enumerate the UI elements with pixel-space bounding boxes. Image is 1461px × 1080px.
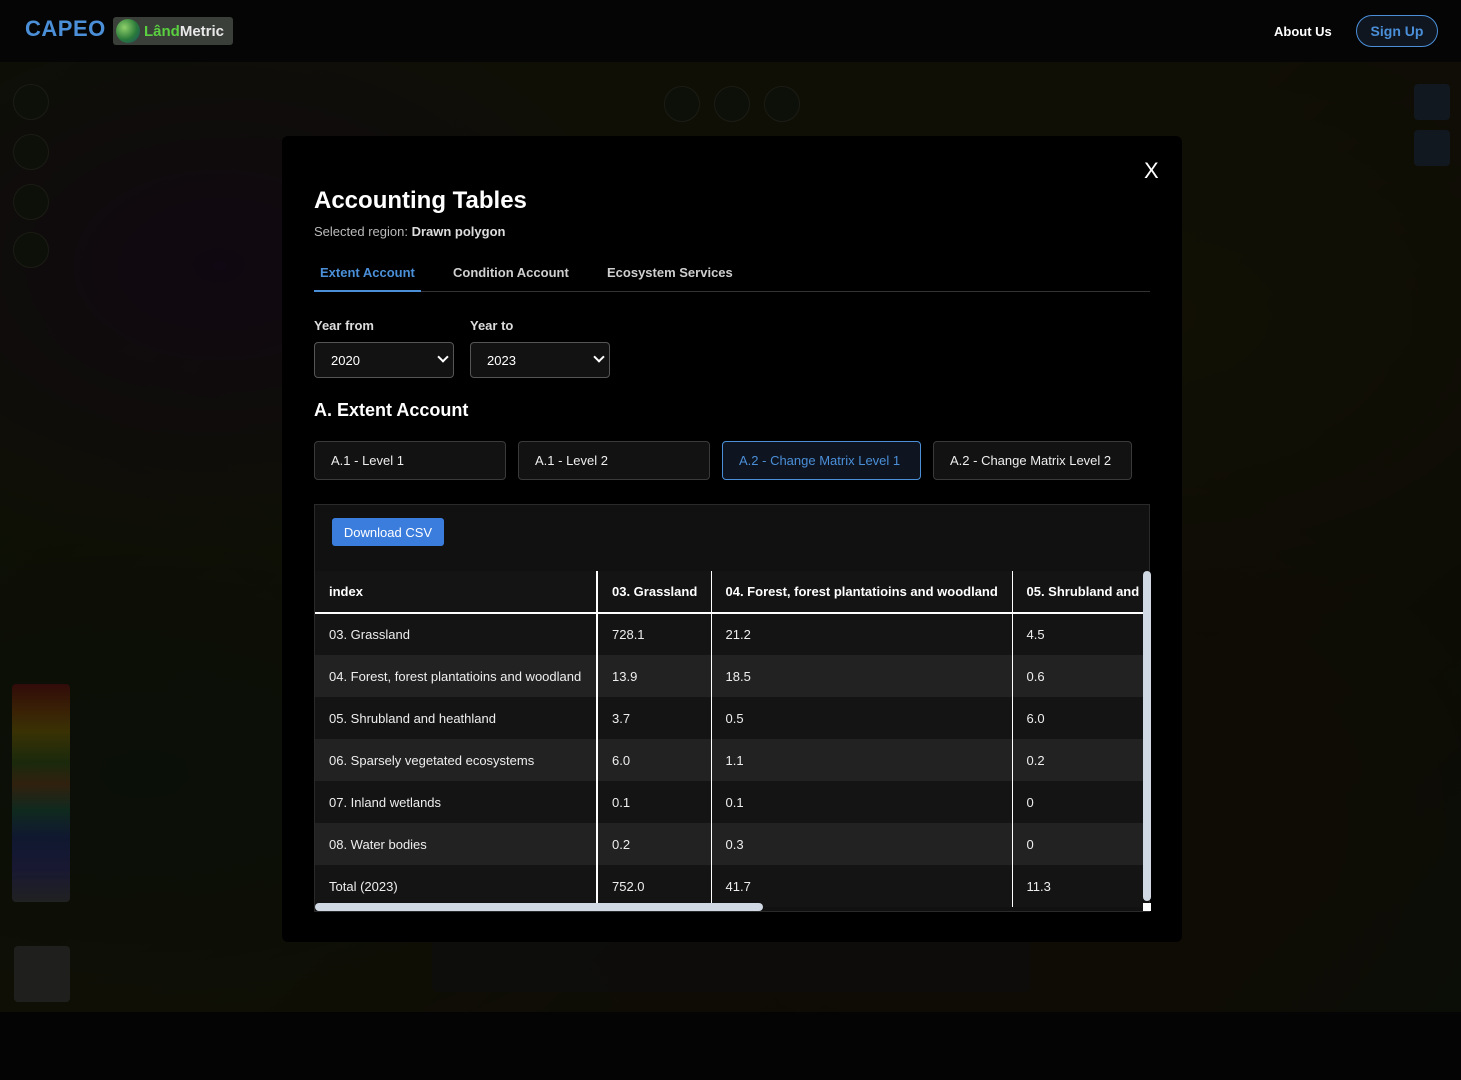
table-row-total: Total (2023) 752.0 41.7 11.3 (315, 865, 1143, 907)
column-header[interactable]: 03. Grassland (597, 571, 712, 614)
tab-ecosystem-services[interactable]: Ecosystem Services (601, 256, 739, 292)
selected-region: Selected region: Drawn polygon (314, 224, 505, 239)
table-cell: 0.1 (711, 781, 1013, 823)
section-title: A. Extent Account (314, 400, 469, 420)
table-container: Download CSV index 03. Grassland 04. For… (314, 504, 1151, 912)
table-cell: 3.7 (597, 697, 712, 739)
table-cell: 4.5 (1012, 613, 1143, 655)
table-cell: 752.0 (597, 865, 712, 907)
table-cell: Total (2023) (315, 865, 598, 907)
table-cell: 05. Shrubland and heathland (315, 697, 598, 739)
change-matrix-level2-button[interactable]: A.2 - Change Matrix Level 2 (933, 441, 1132, 480)
logo-text-part2: Metric (179, 22, 225, 40)
account-tabs: Extent Account Condition Account Ecosyst… (314, 256, 1150, 292)
table-header-row: index 03. Grassland 04. Forest, forest p… (315, 571, 1143, 614)
horizontal-scrollbar[interactable] (315, 903, 763, 911)
year-from-label: Year from (314, 318, 374, 333)
download-csv-button[interactable]: Download CSV (332, 518, 444, 546)
year-from-select[interactable]: 2020 (314, 342, 454, 378)
table-cell: 21.2 (711, 613, 1013, 655)
table-row: 04. Forest, forest plantatioins and wood… (315, 655, 1143, 697)
level2-button[interactable]: A.1 - Level 2 (518, 441, 710, 480)
table-row: 05. Shrubland and heathland 3.7 0.5 6.0 (315, 697, 1143, 739)
brand-name[interactable]: CAPEO (25, 16, 106, 42)
table-cell: 03. Grassland (315, 613, 598, 655)
column-header[interactable]: 05. Shrubland and heathland (1012, 571, 1143, 614)
table-cell: 0.2 (597, 823, 712, 865)
table-cell: 0 (1012, 823, 1143, 865)
table-cell: 18.5 (711, 655, 1013, 697)
table-cell: 0.5 (711, 697, 1013, 739)
table-cell: 0.6 (1012, 655, 1143, 697)
table-cell: 08. Water bodies (315, 823, 598, 865)
year-to-label: Year to (470, 318, 514, 333)
table-scroll-area[interactable]: index 03. Grassland 04. Forest, forest p… (315, 571, 1143, 907)
selected-region-value: Drawn polygon (411, 224, 506, 239)
table-cell: 41.7 (711, 865, 1013, 907)
table-cell: 0.2 (1012, 739, 1143, 781)
table-cell: 0 (1012, 781, 1143, 823)
year-from-value: 2020 (331, 352, 360, 368)
year-to-value: 2023 (487, 352, 516, 368)
globe-icon (116, 19, 140, 43)
change-matrix-table: index 03. Grassland 04. Forest, forest p… (315, 571, 1143, 907)
table-cell: 04. Forest, forest plantatioins and wood… (315, 655, 598, 697)
landmetric-logo[interactable]: Lând Metric (113, 17, 233, 45)
sign-up-button[interactable]: Sign Up (1356, 15, 1438, 47)
vertical-scrollbar[interactable] (1143, 571, 1151, 901)
modal-title: Accounting Tables (314, 187, 527, 214)
table-cell: 0.1 (597, 781, 712, 823)
selected-region-prefix: Selected region: (314, 224, 408, 239)
chevron-down-icon (437, 351, 449, 363)
table-cell: 11.3 (1012, 865, 1143, 907)
table-cell: 6.0 (1012, 697, 1143, 739)
chevron-down-icon (593, 351, 605, 363)
top-header: CAPEO Lând Metric About Us Sign Up (0, 0, 1461, 62)
year-to-select[interactable]: 2023 (470, 342, 610, 378)
table-row: 08. Water bodies 0.2 0.3 0 (315, 823, 1143, 865)
nav-about-link[interactable]: About Us (1274, 24, 1332, 39)
table-cell: 6.0 (597, 739, 712, 781)
table-cell: 728.1 (597, 613, 712, 655)
table-cell: 1.1 (711, 739, 1013, 781)
scrollbar-corner (1143, 903, 1151, 911)
change-matrix-level1-button[interactable]: A.2 - Change Matrix Level 1 (722, 441, 921, 480)
table-row: 03. Grassland 728.1 21.2 4.5 (315, 613, 1143, 655)
table-cell: 0.3 (711, 823, 1013, 865)
table-row: 07. Inland wetlands 0.1 0.1 0 (315, 781, 1143, 823)
table-cell: 13.9 (597, 655, 712, 697)
table-cell: 07. Inland wetlands (315, 781, 598, 823)
table-row: 06. Sparsely vegetated ecosystems 6.0 1.… (315, 739, 1143, 781)
level1-button[interactable]: A.1 - Level 1 (314, 441, 506, 480)
logo-text-part1: Lând (144, 22, 180, 40)
accounting-tables-modal: X Accounting Tables Selected region: Dra… (282, 136, 1182, 942)
tab-condition-account[interactable]: Condition Account (447, 256, 575, 292)
tab-extent-account[interactable]: Extent Account (314, 256, 421, 292)
table-cell: 06. Sparsely vegetated ecosystems (315, 739, 598, 781)
close-button[interactable]: X (1144, 158, 1159, 184)
column-header[interactable]: index (315, 571, 598, 614)
column-header[interactable]: 04. Forest, forest plantatioins and wood… (711, 571, 1013, 614)
